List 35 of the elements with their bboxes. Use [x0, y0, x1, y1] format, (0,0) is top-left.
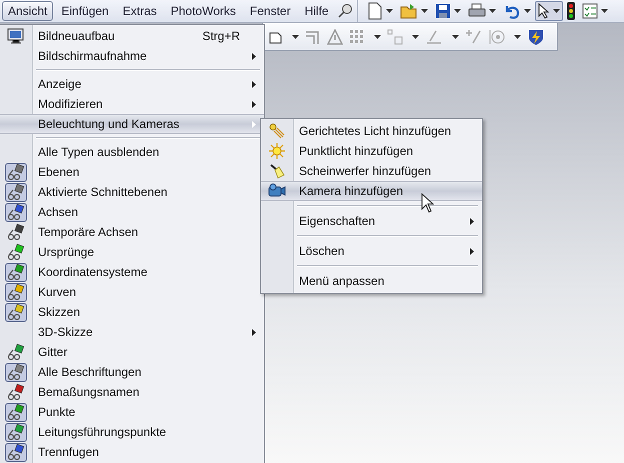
menu-item[interactable]: Scheinwerfer hinzufügen	[261, 161, 482, 181]
menu-item[interactable]: Modifizieren	[0, 94, 264, 114]
menu-item[interactable]: Gitter	[0, 342, 264, 362]
menu-item[interactable]: Beleuchtung und Kameras	[0, 114, 264, 134]
menu-item[interactable]: Eigenschaften	[261, 211, 482, 231]
menu-item[interactable]: Kamera hinzufügen	[261, 181, 482, 201]
menu-item[interactable]: Skizzen	[0, 302, 264, 322]
menu-item[interactable]: Punktlicht hinzufügen	[261, 141, 482, 161]
menu-title[interactable]: Extras	[116, 1, 163, 21]
menu-item[interactable]: Trennfugen	[0, 442, 264, 462]
menu-title[interactable]: PhotoWorks	[164, 1, 242, 21]
shortcut-text: Strg+R	[202, 29, 240, 43]
menu-item[interactable]: Ebenen	[0, 162, 264, 182]
menu-title[interactable]: Hilfe	[298, 1, 335, 21]
menu-item[interactable]: Achsen	[0, 202, 264, 222]
menu-item[interactable]: Menü anpassen	[261, 271, 482, 291]
menu-item[interactable]: Löschen	[261, 241, 482, 261]
menu-item[interactable]: Temporäre Achsen	[0, 222, 264, 242]
menu-title[interactable]: Einfügen	[55, 1, 115, 21]
menu-item[interactable]: Alle Beschriftungen	[0, 362, 264, 382]
menu-item[interactable]: Bemaßungsnamen	[0, 382, 264, 402]
menu-item[interactable]: 3D-Skizze	[0, 322, 264, 342]
menu-item[interactable]: Bildneuaufbau Strg+R	[0, 26, 264, 46]
menu-item[interactable]: Kurven	[0, 282, 264, 302]
menu-title[interactable]: Ansicht	[2, 1, 54, 21]
menu-title[interactable]: Fenster	[244, 1, 297, 21]
menu-item[interactable]: Punkte	[0, 402, 264, 422]
menu-item[interactable]: Koordinatensysteme	[0, 262, 264, 282]
menu-item[interactable]: Alle Typen ausblenden	[0, 142, 264, 162]
menu-item[interactable]: Gerichtetes Licht hinzufügen	[261, 121, 482, 141]
menu-item[interactable]: Leitungsführungspunkte	[0, 422, 264, 442]
menu-item[interactable]: Anzeige	[0, 74, 264, 94]
menu-item[interactable]: Ursprünge	[0, 242, 264, 262]
menu-item[interactable]: Bildschirmaufnahme	[0, 46, 264, 66]
menu-item[interactable]: Aktivierte Schnittebenen	[0, 182, 264, 202]
